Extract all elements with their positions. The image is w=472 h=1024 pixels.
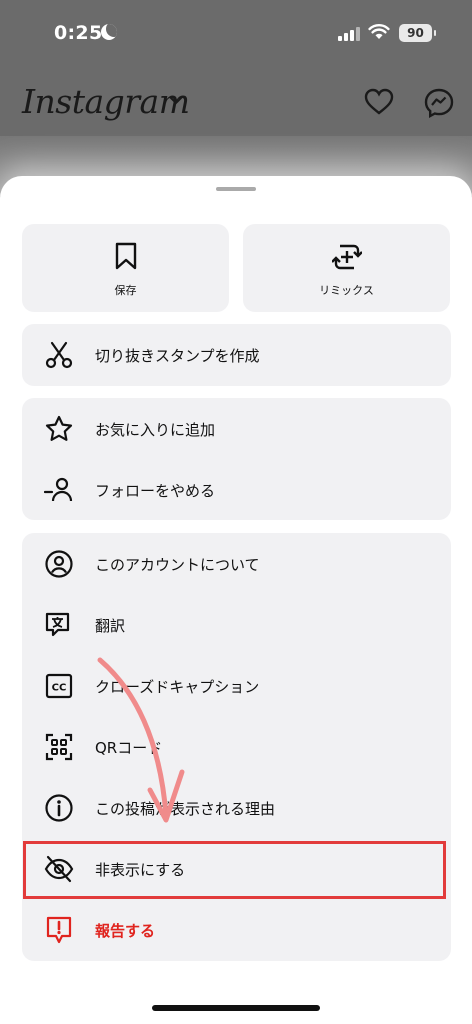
create-cutout-sticker-label: 切り抜きスタンプを作成: [95, 347, 260, 365]
unfollow-item[interactable]: フォローをやめる: [22, 459, 451, 520]
why-seeing-post-label: この投稿が表示される理由: [95, 800, 276, 818]
about-this-account-label: このアカウントについて: [95, 556, 260, 574]
report-label: 報告する: [95, 922, 156, 940]
bookmark-icon: [115, 242, 136, 270]
save-label: 保存: [114, 284, 137, 297]
add-to-favorites-item[interactable]: お気に入りに追加: [22, 398, 451, 459]
qr-code-label: QRコード: [95, 739, 163, 757]
heart-icon[interactable]: [364, 88, 394, 116]
instagram-header: Instagram: [0, 74, 472, 134]
instagram-logo[interactable]: Instagram: [22, 82, 190, 121]
scissors-icon: [45, 341, 73, 369]
wifi-icon: [368, 24, 390, 39]
background-app: 0:25 90 Instagram: [0, 0, 472, 200]
account-circle-icon: [45, 550, 73, 578]
options-group-2: お気に入りに追加 フォローをやめる: [22, 398, 451, 520]
unfollow-label: フォローをやめる: [95, 482, 216, 500]
moon-icon: [101, 24, 117, 40]
status-bar: 0:25 90: [0, 0, 472, 64]
svg-text:CC: CC: [52, 683, 67, 694]
qr-code-item[interactable]: QRコード: [22, 716, 451, 777]
info-icon: [45, 794, 73, 822]
add-to-favorites-label: お気に入りに追加: [95, 421, 216, 439]
report-item[interactable]: 報告する: [22, 899, 451, 960]
star-icon: [45, 415, 73, 441]
closed-caption-item[interactable]: CC クローズドキャプション: [22, 655, 451, 716]
translate-label: 翻訳: [95, 617, 126, 635]
closed-caption-label: クローズドキャプション: [95, 678, 260, 696]
remix-button[interactable]: リミックス: [243, 224, 450, 312]
remix-icon: [331, 244, 362, 270]
save-button[interactable]: 保存: [22, 224, 229, 312]
unfollow-icon: [44, 477, 73, 502]
remix-label: リミックス: [319, 284, 374, 297]
chevron-down-icon[interactable]: [168, 94, 184, 106]
report-icon: [46, 916, 72, 944]
about-this-account-item[interactable]: このアカウントについて: [22, 533, 451, 594]
options-group-1: 切り抜きスタンプを作成: [22, 324, 451, 386]
sheet-grabber[interactable]: [216, 187, 256, 191]
signal-icon: [338, 27, 360, 41]
home-indicator: [152, 1005, 320, 1011]
translate-item[interactable]: 翻訳: [22, 594, 451, 655]
messenger-icon[interactable]: [424, 88, 454, 118]
qr-code-icon: [45, 733, 73, 761]
why-seeing-post-item[interactable]: この投稿が表示される理由: [22, 777, 451, 838]
translate-icon: [45, 612, 70, 637]
status-time: 0:25: [54, 22, 103, 44]
create-cutout-sticker-item[interactable]: 切り抜きスタンプを作成: [22, 324, 451, 385]
battery-indicator: 90: [399, 24, 436, 42]
closed-caption-icon: CC: [45, 673, 73, 699]
hide-item-highlight-box: [23, 841, 446, 899]
